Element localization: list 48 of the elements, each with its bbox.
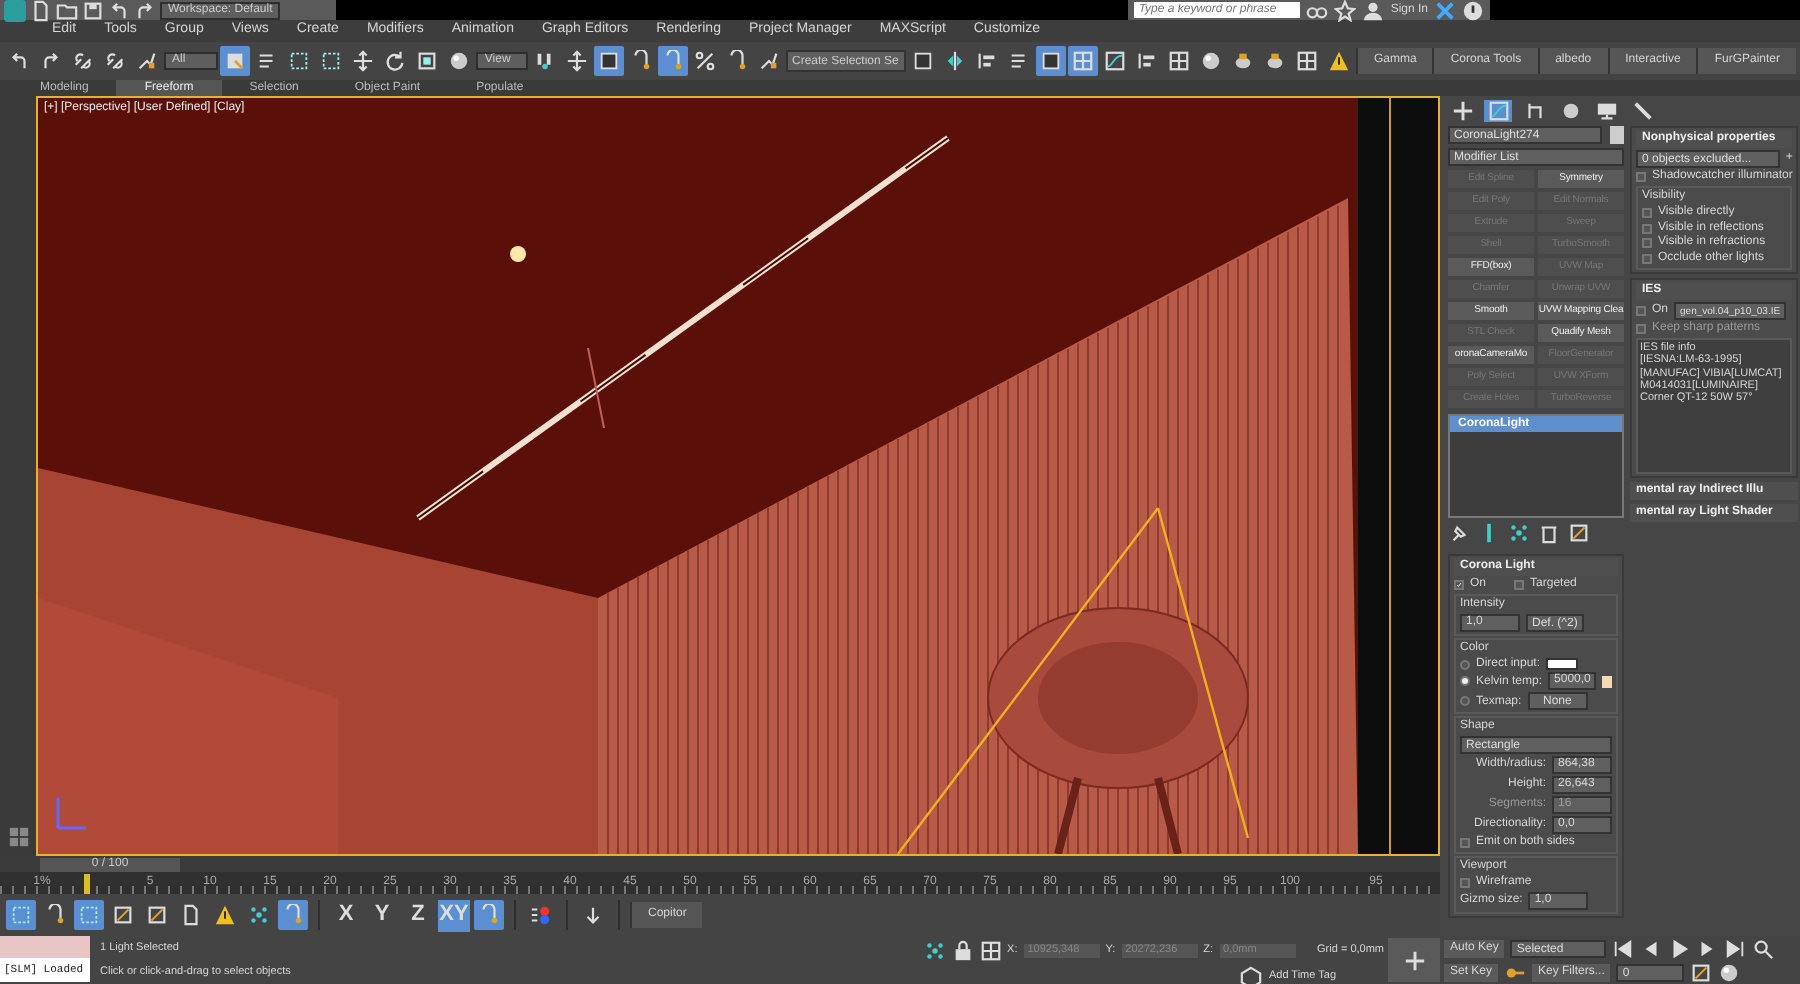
curve-editor-icon[interactable] [1100,46,1130,76]
listener-input[interactable] [0,936,90,958]
checkbox[interactable] [1642,254,1652,265]
color-swatch[interactable] [1602,675,1612,688]
key-mode-plus-icon[interactable] [1403,949,1425,971]
color-swatch[interactable] [1546,658,1579,670]
radio-button[interactable] [1460,659,1470,669]
star-icon[interactable] [1334,0,1357,21]
radio-button[interactable] [1460,696,1470,707]
axis-button[interactable]: Z [402,899,434,931]
checkbox[interactable] [1454,579,1464,590]
open-folder-icon[interactable] [56,0,78,21]
checkbox[interactable] [1642,207,1652,218]
redo-icon[interactable] [134,0,156,21]
select-object-icon[interactable] [220,46,251,76]
viewport-layout-button[interactable] [4,822,34,852]
checkbox[interactable] [1642,238,1652,249]
save-icon[interactable] [82,0,104,21]
new-file-icon[interactable] [30,0,52,21]
plus-icon[interactable] [562,46,592,76]
undo-icon[interactable] [108,0,130,21]
checkbox[interactable] [1636,306,1646,317]
cube-icon[interactable] [1240,966,1263,984]
checkbox[interactable] [1642,223,1652,233]
percent-snap-icon[interactable] [690,46,720,76]
checkbox[interactable] [1514,579,1525,590]
close-icon[interactable] [1434,0,1456,21]
radio-button[interactable] [1460,676,1470,687]
pin-icon[interactable] [1448,521,1470,543]
create-icon[interactable] [1448,100,1476,122]
checkbox[interactable] [1636,171,1646,182]
go-to-start-icon[interactable] [1612,938,1635,960]
checkbox[interactable] [1460,838,1470,849]
object-color-swatch[interactable] [1610,126,1624,144]
checkbox[interactable] [1460,878,1470,889]
grid-icon[interactable] [1292,46,1322,76]
help-icon[interactable] [1462,0,1484,21]
display-icon[interactable] [1592,100,1620,122]
axis-button[interactable]: X [330,899,362,931]
playhead[interactable] [84,873,90,893]
user-icon [1362,0,1385,21]
panel-icon[interactable] [1036,46,1066,76]
go-to-end-icon[interactable] [1724,938,1747,960]
schematic-icon[interactable] [1164,46,1194,76]
zoom-icon[interactable] [1752,938,1775,960]
axis-button[interactable]: Y [366,899,398,931]
key-icon[interactable] [1504,962,1527,984]
lock-icon[interactable] [951,940,974,962]
